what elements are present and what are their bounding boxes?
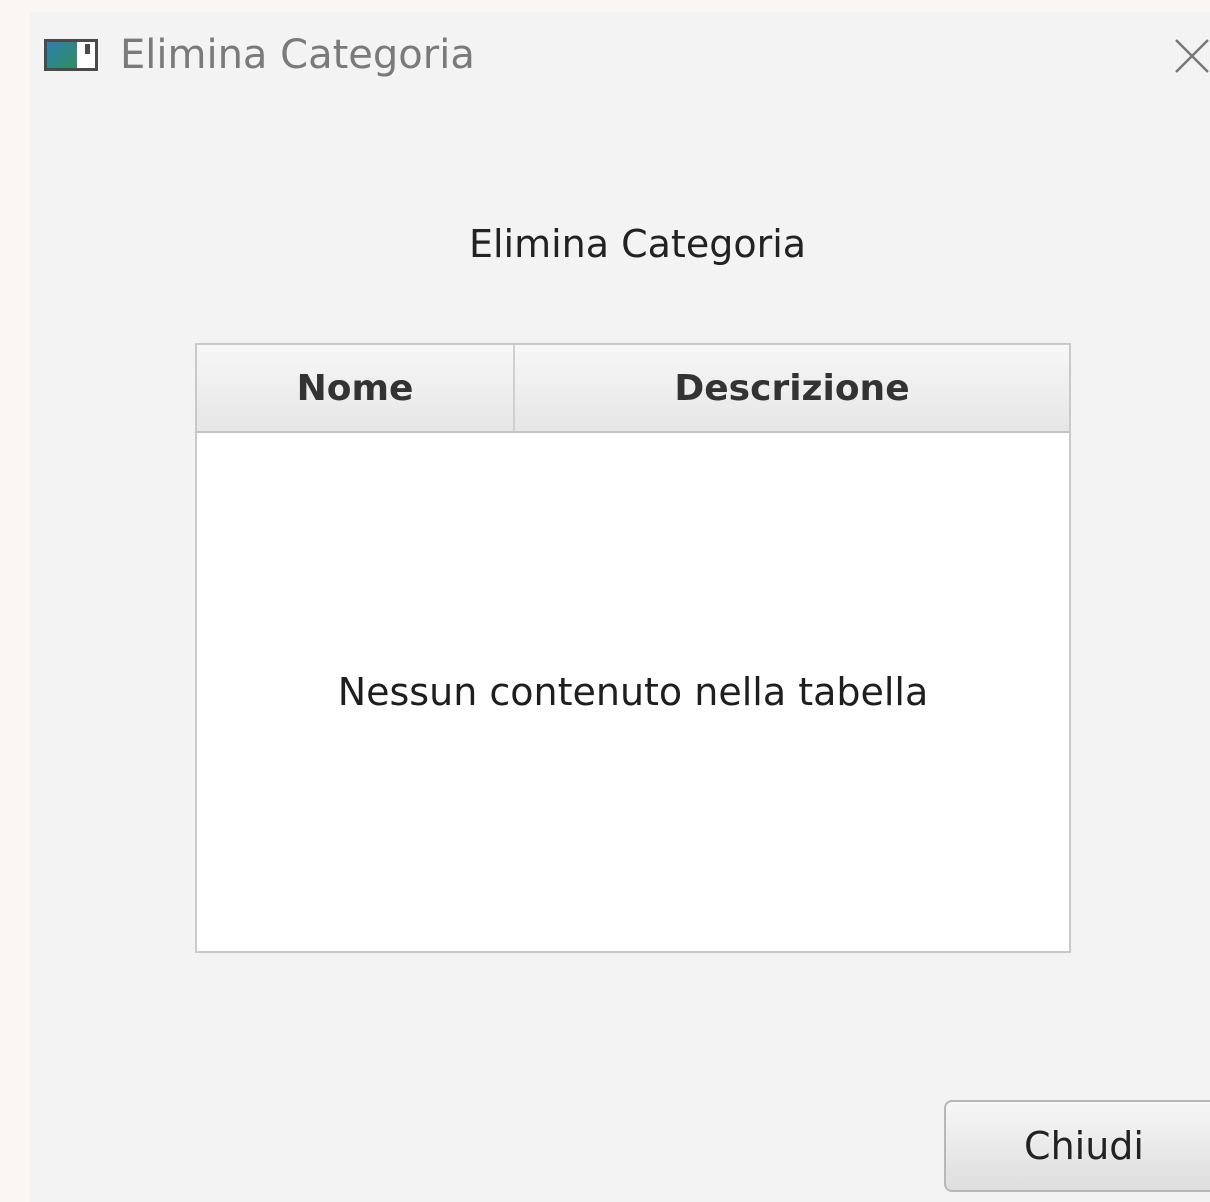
title-bar[interactable]: Elimina Categoria	[30, 12, 1210, 100]
empty-table-placeholder: Nessun contenuto nella tabella	[337, 670, 929, 714]
table-body[interactable]: Nessun contenuto nella tabella	[197, 433, 1069, 951]
close-icon[interactable]	[1170, 36, 1210, 76]
column-header-descrizione[interactable]: Descrizione	[515, 345, 1069, 431]
dialog-window: Elimina Categoria Elimina Categoria Nome…	[30, 12, 1210, 1202]
table-header: Nome Descrizione	[197, 345, 1069, 433]
window-title: Elimina Categoria	[120, 32, 475, 78]
close-button[interactable]: Chiudi	[944, 1100, 1210, 1192]
app-window-icon	[44, 39, 98, 71]
categories-table[interactable]: Nome Descrizione Nessun contenuto nella …	[195, 343, 1071, 953]
column-header-nome[interactable]: Nome	[197, 345, 515, 431]
dialog-heading: Elimina Categoria	[468, 222, 807, 266]
